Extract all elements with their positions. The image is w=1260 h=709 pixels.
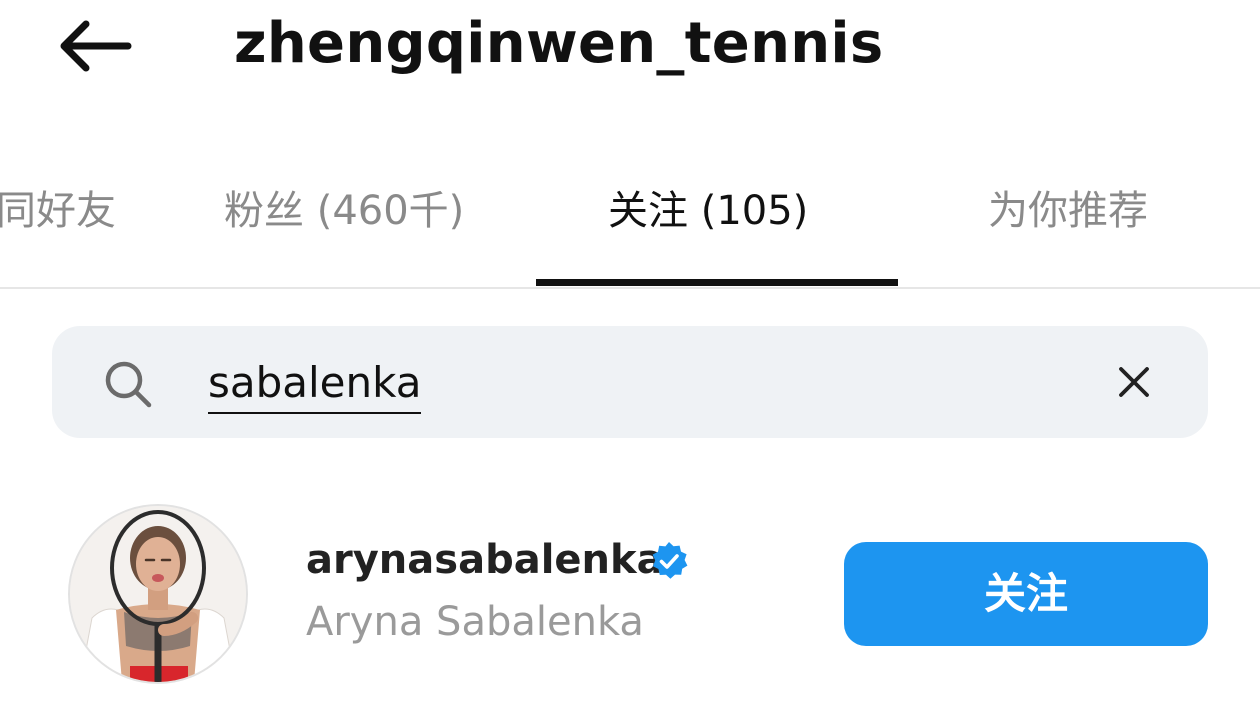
avatar[interactable]	[68, 504, 248, 684]
active-tab-indicator	[536, 279, 898, 286]
verified-badge-icon	[652, 542, 688, 579]
list-item[interactable]: arynasabalenka Aryna Sabalenka 关注	[0, 490, 1260, 700]
follow-button[interactable]: 关注	[844, 542, 1208, 646]
tab-suggested[interactable]: 为你推荐	[988, 176, 1148, 246]
back-button[interactable]	[46, 10, 138, 82]
following-screen: zhengqinwen_tennis 同好友 粉丝 (460千) 关注 (105…	[0, 0, 1260, 709]
close-icon	[1119, 367, 1149, 397]
divider	[0, 287, 1260, 289]
result-username[interactable]: arynasabalenka	[306, 532, 664, 588]
tab-followers[interactable]: 粉丝 (460千)	[224, 176, 464, 246]
search-bar[interactable]: sabalenka	[52, 326, 1208, 438]
search-icon	[105, 361, 152, 408]
profile-photo	[70, 506, 246, 682]
result-full-name: Aryna Sabalenka	[306, 599, 644, 645]
page-title: zhengqinwen_tennis	[234, 11, 884, 76]
tab-bar: 同好友 粉丝 (460千) 关注 (105) 为你推荐	[0, 160, 1260, 288]
tab-mutual-friends[interactable]: 同好友	[0, 176, 116, 246]
search-input[interactable]: sabalenka	[208, 354, 422, 414]
clear-search-button[interactable]	[1112, 360, 1156, 404]
arrow-left-icon	[60, 20, 132, 72]
tab-following[interactable]: 关注 (105)	[608, 176, 808, 246]
